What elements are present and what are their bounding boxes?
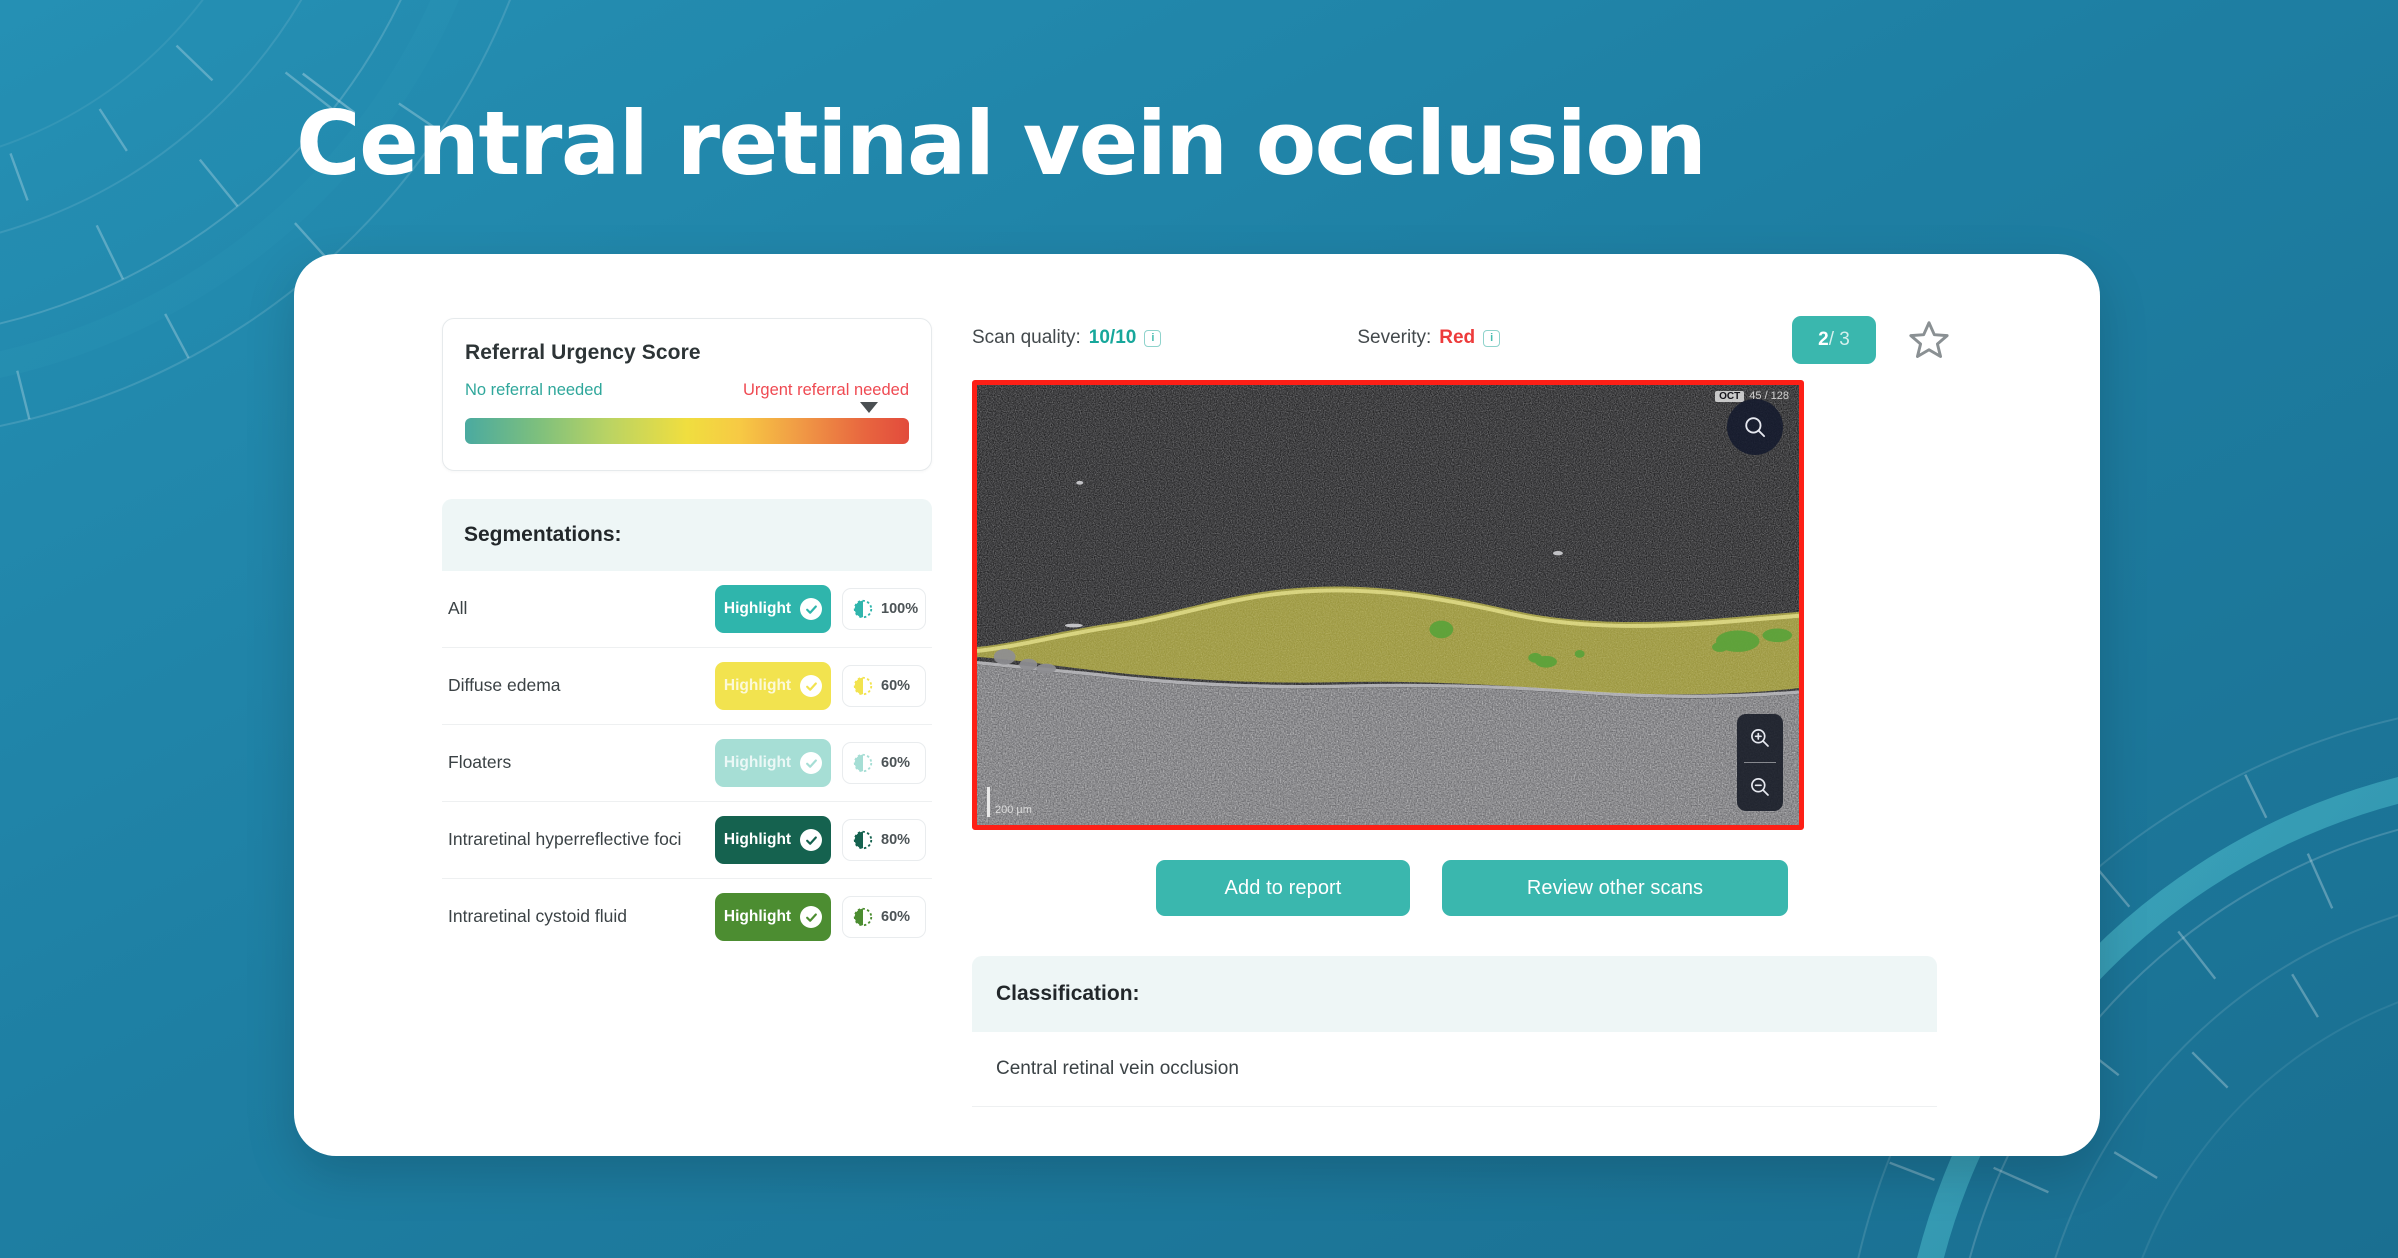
urgency-low-label: No referral needed — [465, 381, 603, 399]
highlight-button-label: Highlight — [723, 754, 792, 771]
highlight-button-label: Highlight — [723, 677, 792, 694]
opacity-dial-icon — [852, 829, 874, 851]
segmentation-row: Floaters Highlight 60% — [442, 725, 932, 802]
highlight-button-label: Highlight — [723, 831, 792, 848]
opacity-value: 60% — [881, 909, 911, 925]
scan-topbar: Scan quality: 10/10 i Severity: Red i 2 … — [972, 310, 1972, 366]
zoom-in-icon[interactable] — [1737, 714, 1783, 762]
check-icon — [800, 752, 823, 774]
opacity-dial-icon — [852, 752, 874, 774]
segmentation-label: All — [448, 598, 468, 619]
opacity-control[interactable]: 60% — [842, 896, 926, 938]
opacity-dial-icon — [852, 906, 874, 928]
segmentation-row: Intraretinal hyperreflective foci Highlig… — [442, 802, 932, 879]
scan-quality-value: 10/10 — [1088, 327, 1137, 348]
opacity-dial-icon — [852, 675, 874, 697]
oct-zoom-controls — [1737, 714, 1783, 811]
scan-severity: Severity: Red i — [1357, 327, 1501, 349]
search-icon[interactable] — [1727, 399, 1783, 455]
scale-bar-label: 200 µm — [995, 804, 1032, 816]
segmentations-panel: Segmentations: All Highlight 100% Diffuse e… — [442, 499, 932, 955]
classification-value: Central retinal vein occlusion — [972, 1032, 1937, 1107]
segmentation-label: Intraretinal cystoid fluid — [448, 906, 627, 927]
urgency-scale-labels: No referral needed Urgent referral neede… — [465, 381, 909, 400]
page-title: Central retinal vein occlusion — [296, 92, 1707, 195]
segmentations-header: Segmentations: — [442, 499, 932, 571]
check-icon — [800, 675, 823, 697]
scan-counter-total: / 3 — [1828, 329, 1850, 350]
referral-urgency-title: Referral Urgency Score — [465, 341, 701, 364]
info-icon-scan-quality[interactable]: i — [1144, 329, 1162, 347]
urgency-marker-track — [465, 400, 909, 416]
urgency-marker-icon — [860, 402, 879, 413]
opacity-value: 60% — [881, 755, 911, 771]
opacity-control[interactable]: 60% — [842, 665, 926, 707]
opacity-dial-icon — [852, 598, 874, 620]
check-icon — [800, 829, 823, 851]
segmentation-row: Intraretinal cystoid fluid Highlight 60% — [442, 879, 932, 955]
oct-scan-image — [977, 385, 1799, 825]
app-card: Referral Urgency Score No referral neede… — [294, 254, 2100, 1156]
segmentation-row: Diffuse edema Highlight 60% — [442, 648, 932, 725]
opacity-control[interactable]: 60% — [842, 742, 926, 784]
scan-action-buttons: Add to report Review other scans — [972, 860, 1972, 916]
scan-quality: Scan quality: 10/10 i — [972, 327, 1162, 349]
urgency-gradient-bar[interactable] — [465, 418, 909, 444]
scan-quality-label: Scan quality: — [972, 327, 1081, 348]
star-outline-icon[interactable] — [1906, 318, 1952, 367]
review-other-scans-button[interactable]: Review other scans — [1442, 860, 1788, 916]
info-icon-severity[interactable]: i — [1483, 329, 1501, 347]
segmentation-row: All Highlight 100% — [442, 571, 932, 648]
classification-header: Classification: — [972, 956, 1937, 1032]
check-icon — [800, 906, 823, 928]
oct-slice-chip: OCT — [1715, 390, 1745, 402]
check-icon — [800, 598, 823, 620]
segmentation-label: Floaters — [448, 752, 512, 773]
opacity-value: 80% — [881, 832, 911, 848]
scan-severity-label: Severity: — [1357, 327, 1432, 348]
scan-counter-badge[interactable]: 2 / 3 — [1792, 316, 1876, 364]
highlight-toggle-button[interactable]: Highlight — [715, 585, 831, 633]
highlight-toggle-button[interactable]: Highlight — [715, 662, 831, 710]
scan-counter-current: 2 — [1818, 329, 1829, 350]
scale-bar-line — [987, 787, 990, 817]
highlight-toggle-button[interactable]: Highlight — [715, 816, 831, 864]
segmentations-list: All Highlight 100% Diffuse edema Highlight 60… — [442, 571, 932, 955]
highlight-toggle-button[interactable]: Highlight — [715, 893, 831, 941]
screenshot-root: Central retinal vein occlusion Referral … — [0, 0, 2398, 1258]
urgency-high-label: Urgent referral needed — [742, 381, 909, 399]
opacity-control[interactable]: 80% — [842, 819, 926, 861]
highlight-button-label: Highlight — [723, 908, 792, 925]
oct-scale-bar: 200 µm — [987, 787, 1032, 817]
opacity-value: 100% — [881, 601, 919, 617]
zoom-out-icon[interactable] — [1737, 763, 1783, 811]
referral-urgency-card: Referral Urgency Score No referral neede… — [442, 318, 932, 471]
highlight-toggle-button[interactable]: Highlight — [715, 739, 831, 787]
oct-scan-viewer[interactable]: OCT 45 / 128 200 µm — [972, 380, 1804, 830]
opacity-control[interactable]: 100% — [842, 588, 926, 630]
highlight-button-label: Highlight — [723, 600, 792, 617]
segmentation-label: Diffuse edema — [448, 675, 561, 696]
add-to-report-button[interactable]: Add to report — [1156, 860, 1410, 916]
scan-severity-value: Red — [1439, 327, 1476, 348]
right-panel: Scan quality: 10/10 i Severity: Red i 2 … — [972, 310, 1972, 1107]
left-panel: Referral Urgency Score No referral neede… — [442, 318, 932, 955]
opacity-value: 60% — [881, 678, 911, 694]
segmentation-label: Intraretinal hyperreflective foci — [448, 829, 682, 850]
